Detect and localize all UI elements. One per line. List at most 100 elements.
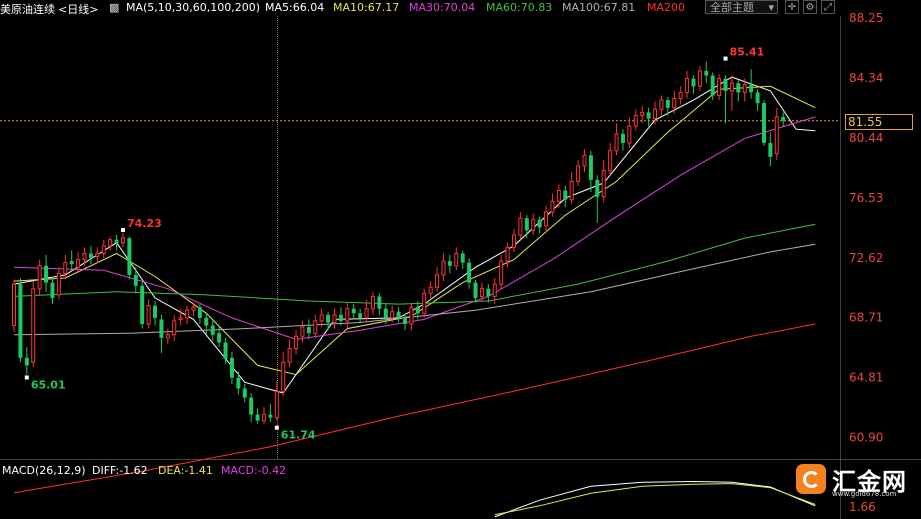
candle-body [409,306,414,325]
candlestick [435,267,440,292]
candlestick [537,216,542,234]
candle-body [653,108,657,119]
candle-body [261,414,266,422]
price-axis-label: 76.53 [849,191,883,205]
candle-body [88,253,93,259]
candlestick [313,314,318,338]
candlestick [101,239,106,259]
candlestick [140,281,145,329]
candlestick [531,213,536,236]
candlestick [37,259,42,295]
candlestick [18,277,23,363]
candlestick [409,302,414,331]
candlestick [768,132,773,167]
candle-body [415,307,420,314]
candlestick [44,254,49,292]
extreme-label: 85.41 [730,46,765,59]
candlestick [601,159,606,203]
candlestick [370,291,375,315]
extreme-marker [723,56,728,61]
chart-tool-icon[interactable]: ▩ [109,1,119,14]
candle-body [665,100,670,108]
candlestick [153,301,158,326]
extreme-marker [24,375,29,380]
kline-chart[interactable]: 74.2365.0161.7485.41 88.2584.3480.4476.5… [0,0,921,519]
candlestick [614,123,619,156]
candlestick [729,75,734,111]
candle-body [582,154,587,167]
candle-body [255,414,260,421]
candle-body [588,155,593,180]
ma100-value: MA100:67.81 [562,1,636,14]
candle-body [685,78,690,93]
candlestick [428,281,433,298]
candlestick [582,149,587,173]
candle-body [691,78,696,87]
theme-dropdown[interactable]: 全部主题 ▾ [705,0,778,14]
candlestick [210,320,215,341]
candlestick [576,159,581,186]
candlestick [556,184,561,208]
candle-body [723,78,728,91]
candle-body [197,307,202,318]
candlestick [332,308,337,329]
candlestick [697,66,702,91]
candle-body [140,285,145,325]
candle-body [569,180,574,201]
candlestick [185,305,190,325]
candle-body [326,314,331,323]
candle-body [370,295,375,310]
candlestick [761,100,766,147]
theme-dropdown-label: 全部主题 [710,1,754,14]
ma5-value: MA5:66.04 [265,1,325,14]
extreme-label: 61.74 [281,429,316,442]
candlestick [204,313,209,335]
expand-icon[interactable]: ⤢ [821,0,835,14]
candlestick [595,175,600,223]
candlestick [69,250,74,271]
candlestick [120,233,125,248]
crosshair-icon[interactable]: ✛ [785,0,799,14]
candle-body [396,311,401,318]
candle-body [640,111,645,116]
candle-body [50,282,55,298]
candle-body [300,326,305,337]
price-axis-label: 68.71 [849,311,883,325]
candlestick [704,61,709,84]
candle-body [774,116,779,155]
symbol-name[interactable]: 美原油连续 [0,1,55,17]
chart-grid [0,16,921,519]
candlestick [287,339,292,367]
candle-body [133,274,138,286]
candle-body [101,245,106,254]
candle-body [31,288,36,363]
candle-body [178,317,183,320]
candlestick [108,236,113,251]
candlestick [659,95,664,116]
candlestick [345,302,350,329]
candlestick [377,293,382,315]
candle-body [76,259,81,268]
candle-body [268,414,273,418]
candle-body [127,238,132,275]
macd-value: MACD:-0.42 [221,464,287,477]
candle-body [281,361,286,393]
price-axis-label: 64.81 [849,371,883,385]
candle-body [781,116,786,121]
candle-body [492,283,497,297]
ma-params[interactable]: MA(5,10,30,60,100,200) [126,1,260,14]
period-label[interactable]: <日线> [58,1,98,17]
candlestick [422,288,427,318]
candlestick [76,251,81,272]
candlestick [358,308,363,323]
candlestick [133,267,138,294]
settings-icon[interactable]: ⚙ [803,0,817,14]
candlestick [197,304,202,325]
macd-params[interactable]: MACD(26,12,9) [2,464,86,477]
candle-body [364,308,369,319]
candlestick [544,205,549,232]
candle-body [383,308,388,318]
candlestick [717,73,722,101]
candle-body [678,91,683,100]
candlestick [396,307,401,323]
